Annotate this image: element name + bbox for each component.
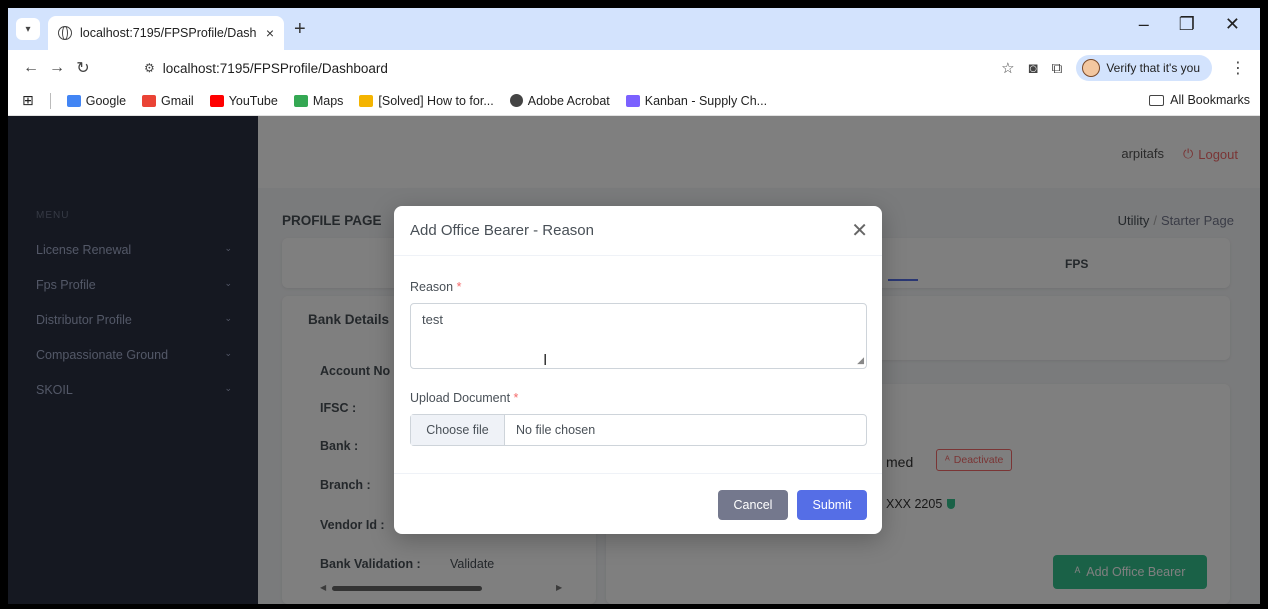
modal-footer: Cancel Submit [394, 473, 882, 534]
required-mark: * [513, 391, 519, 405]
window-close-icon[interactable]: ✕ [1225, 14, 1240, 35]
window-controls: – ❐ ✕ [1139, 14, 1260, 35]
upload-label: Upload Document * [410, 391, 519, 405]
youtube-icon [209, 94, 224, 107]
tab-close-icon[interactable]: × [266, 25, 274, 41]
minimize-icon[interactable]: – [1139, 14, 1149, 35]
more-menu-icon[interactable]: ⋮ [1226, 58, 1250, 78]
bookmark-maps[interactable]: Maps [293, 94, 343, 108]
restore-icon[interactable]: ❐ [1179, 14, 1195, 35]
modal-title: Add Office Bearer - Reason [410, 222, 594, 239]
solved-icon [359, 94, 374, 107]
tab-title: localhost:7195/FPSProfile/Dash [80, 26, 257, 40]
text-cursor-icon: I [543, 352, 548, 369]
gmail-icon [142, 94, 157, 107]
bookmark-kanban[interactable]: Kanban - Supply Ch... [625, 94, 767, 108]
bookmark-gmail[interactable]: Gmail [142, 94, 194, 108]
globe-icon [509, 94, 523, 107]
maps-icon [293, 94, 308, 107]
avatar [1082, 59, 1101, 77]
address-bar-row: ← → ↻ ⚙ localhost:7195/FPSProfile/Dashbo… [8, 50, 1260, 86]
file-status: No file chosen [516, 423, 596, 437]
kanban-icon [625, 94, 640, 107]
url-bar[interactable]: ⚙ localhost:7195/FPSProfile/Dashboard [134, 55, 934, 81]
camera-icon[interactable]: ◙ [1029, 60, 1038, 77]
chevron-down-icon: ▾ [25, 23, 31, 35]
submit-button[interactable]: Submit [797, 490, 867, 520]
back-icon[interactable]: ← [18, 59, 44, 77]
url-text[interactable]: localhost:7195/FPSProfile/Dashboard [163, 61, 388, 76]
upload-file-input[interactable]: Choose file No file chosen [410, 414, 867, 446]
close-icon[interactable]: ✕ [851, 218, 868, 243]
bookmark-adobe-acrobat[interactable]: Adobe Acrobat [509, 94, 610, 108]
bookmarks-bar: ⊞ Google Gmail YouTube Maps [Solved] How… [8, 86, 1260, 116]
reason-textarea[interactable]: test ◢ [410, 303, 867, 369]
reload-icon[interactable]: ↻ [70, 58, 96, 78]
required-mark: * [456, 280, 462, 294]
folder-icon [1149, 94, 1165, 106]
tab-search-button[interactable]: ▾ [16, 18, 40, 40]
site-info-icon[interactable]: ⚙ [144, 61, 155, 75]
all-bookmarks-button[interactable]: All Bookmarks [1149, 93, 1250, 107]
bookmark-solved[interactable]: [Solved] How to for... [359, 94, 494, 108]
bookmark-youtube[interactable]: YouTube [209, 94, 278, 108]
reason-value: test [422, 312, 443, 327]
reason-label: Reason * [410, 280, 462, 294]
globe-icon [58, 26, 72, 40]
tab-bar: ▾ localhost:7195/FPSProfile/Dash × + – ❐… [8, 8, 1260, 50]
toolbar-right: ☆ ◙ ⧉ Verify that it's you ⋮ [1001, 55, 1250, 81]
google-icon [66, 94, 81, 107]
new-tab-button[interactable]: + [294, 18, 306, 41]
verify-label: Verify that it's you [1106, 61, 1200, 75]
forward-icon[interactable]: → [44, 59, 70, 77]
modal-header: Add Office Bearer - Reason ✕ [394, 206, 882, 256]
cancel-button[interactable]: Cancel [718, 490, 788, 520]
browser-tab[interactable]: localhost:7195/FPSProfile/Dash × [48, 16, 284, 50]
bookmark-star-icon[interactable]: ☆ [1001, 59, 1014, 77]
resize-grip-icon[interactable]: ◢ [857, 355, 864, 366]
apps-grid-icon[interactable]: ⊞ [22, 92, 34, 109]
choose-file-button[interactable]: Choose file [411, 415, 505, 445]
app-viewport: MENU License Renewal⌄ Fps Profile⌄ Distr… [8, 116, 1260, 604]
bookmark-google[interactable]: Google [66, 94, 126, 108]
extensions-icon[interactable]: ⧉ [1052, 60, 1063, 77]
browser-window: ▾ localhost:7195/FPSProfile/Dash × + – ❐… [8, 8, 1260, 604]
verify-profile-button[interactable]: Verify that it's you [1076, 55, 1212, 81]
reason-modal: Add Office Bearer - Reason ✕ Reason * te… [394, 206, 882, 534]
divider [49, 92, 51, 109]
